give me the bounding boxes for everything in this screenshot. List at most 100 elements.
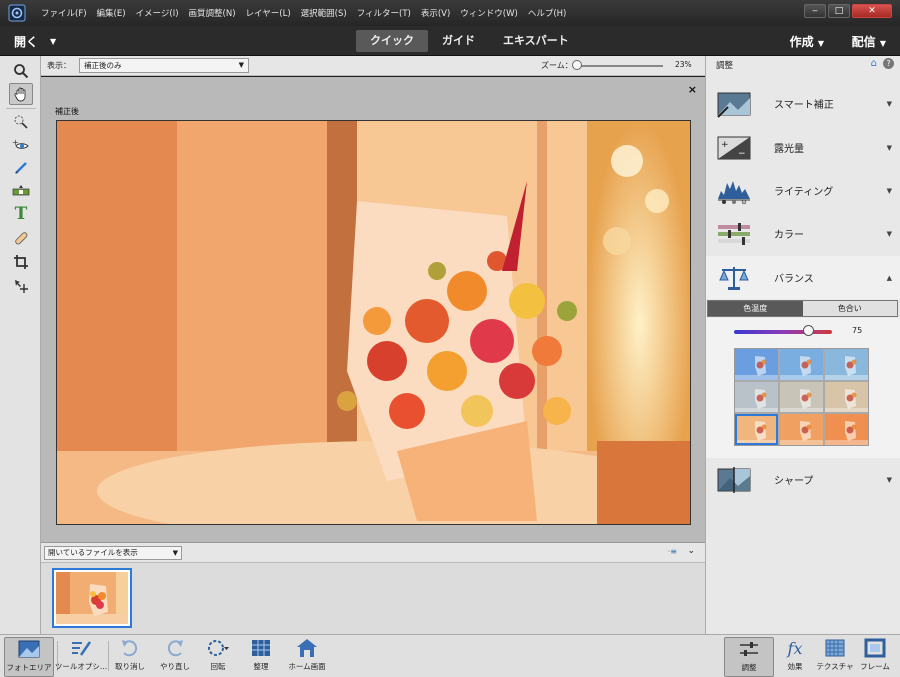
open-button[interactable]: 開く ▼ — [14, 33, 56, 50]
adjust-panel-button[interactable]: 調整 — [724, 637, 774, 677]
adjustment-smart-fix[interactable]: スマート補正 ▼ — [706, 82, 900, 125]
menu-help[interactable]: ヘルプ(H) — [523, 7, 572, 19]
quick-selection-tool[interactable] — [9, 111, 33, 133]
tab-guided[interactable]: ガイド — [428, 30, 489, 52]
thumbnail-image — [56, 572, 128, 624]
tool-options-icon — [68, 637, 94, 659]
tab-quick[interactable]: クイック — [356, 30, 428, 52]
toolbox-divider — [6, 108, 36, 109]
bottom-label: やり直し — [160, 662, 190, 671]
organize-button[interactable]: 整理 — [236, 637, 286, 677]
undo-button[interactable]: 取り消し — [105, 637, 155, 677]
zoom-tool[interactable] — [9, 60, 33, 82]
reset-icon[interactable]: ⌂ — [871, 58, 877, 69]
adjustment-balance[interactable]: バランス ▲ — [706, 256, 900, 299]
photo-bin-bar: 開いているファイルを表示 ▼ ·≡ ⌄ — [41, 542, 705, 562]
bin-options-icon[interactable]: ·≡ — [668, 547, 677, 556]
minimize-button[interactable]: ‒ — [804, 4, 826, 18]
create-button[interactable]: 作成 ▼ — [790, 33, 824, 50]
menu-filter[interactable]: フィルター(T) — [352, 7, 416, 19]
photo-thumbnail[interactable] — [52, 568, 132, 628]
view-select[interactable]: 補正後のみ ▼ — [79, 58, 249, 73]
balance-preset-thumbnail[interactable] — [735, 414, 778, 445]
menu-select[interactable]: 選択範囲(S) — [296, 7, 352, 19]
adjustment-color[interactable]: カラー ▼ — [706, 212, 900, 255]
lighting-icon — [716, 176, 752, 206]
bandage-icon — [15, 232, 28, 245]
adjustment-label: スマート補正 — [774, 100, 834, 111]
balance-preset-thumbnail[interactable] — [780, 414, 823, 445]
menu-layer[interactable]: レイヤー(L) — [241, 7, 296, 19]
tool-options-button[interactable]: ツールオプシ... — [55, 637, 107, 677]
share-button[interactable]: 配信 ▼ — [852, 33, 886, 50]
adjustment-exposure[interactable]: + − 露光量 ▼ — [706, 126, 900, 169]
photo-bin-button[interactable]: フォトエリア — [4, 637, 54, 677]
redo-icon — [162, 637, 188, 659]
menu-file[interactable]: ファイル(F) — [36, 7, 92, 19]
options-bar: 表示： 補正後のみ ▼ ズーム： 23% — [41, 56, 705, 76]
tab-temperature[interactable]: 色温度 — [708, 301, 803, 316]
spot-healing-tool[interactable] — [9, 227, 33, 249]
home-icon — [294, 637, 320, 659]
balance-tabs: 色温度 色合い — [707, 300, 898, 317]
type-icon: T — [14, 204, 28, 224]
adjustment-sharpen[interactable]: シャープ ▼ — [706, 458, 900, 501]
chevron-down-icon: ▼ — [886, 229, 892, 238]
svg-text:+: + — [721, 140, 729, 150]
open-label: 開く — [14, 35, 39, 49]
tab-tint[interactable]: 色合い — [802, 301, 897, 316]
mode-bar: 開く ▼ クイック ガイド エキスパート 作成 ▼ 配信 ▼ — [0, 26, 900, 56]
photo-canvas[interactable] — [56, 120, 691, 525]
balance-preset-thumbnail[interactable] — [825, 381, 868, 413]
frames-button[interactable]: フレーム — [850, 637, 900, 677]
type-tool[interactable]: T — [9, 203, 33, 225]
color-icon — [716, 219, 752, 249]
balance-preset-thumbnail[interactable] — [780, 381, 823, 413]
tab-expert[interactable]: エキスパート — [489, 30, 583, 52]
balance-icon — [716, 263, 752, 293]
balance-preset-thumbnail[interactable] — [735, 381, 778, 413]
zoom-slider-handle[interactable] — [571, 60, 582, 70]
crop-tool[interactable] — [9, 251, 33, 273]
bottom-label: 調整 — [741, 663, 757, 672]
home-screen-button[interactable]: ホーム画面 — [282, 637, 332, 677]
move-tool[interactable] — [9, 275, 33, 297]
photo-bin-select[interactable]: 開いているファイルを表示 ▼ — [44, 546, 182, 560]
balance-preset-thumbnail[interactable] — [825, 349, 868, 380]
balance-preset-thumbnail[interactable] — [780, 349, 823, 380]
adjustment-lighting[interactable]: ライティング ▼ — [706, 169, 900, 212]
move-icon — [15, 280, 28, 293]
sliders-icon — [736, 638, 762, 660]
adjustments-panel: 調整 ⌂ ? スマート補正 ▼ + − 露光量 ▼ ライティング ▼ カラー ▼ … — [705, 56, 900, 634]
help-icon[interactable]: ? — [883, 58, 894, 69]
close-window-button[interactable]: ✕ — [852, 4, 892, 18]
toolbox: + T — [0, 56, 41, 634]
balance-controls: 75 — [706, 318, 900, 458]
menu-edit[interactable]: 編集(E) — [92, 7, 131, 19]
menu-window[interactable]: ウィンドウ(W) — [455, 7, 523, 19]
bottom-label: 取り消し — [115, 662, 145, 671]
adjustment-label: シャープ — [774, 476, 814, 487]
balance-preset-thumbnail[interactable] — [825, 414, 868, 445]
collapse-bin-icon[interactable]: ⌄ — [687, 546, 695, 556]
bottom-label: フォトエリア — [6, 663, 52, 672]
hand-tool[interactable] — [9, 83, 33, 105]
menu-enhance[interactable]: 画質調整(N) — [184, 7, 241, 19]
zoom-slider-track[interactable] — [573, 65, 663, 67]
whiten-teeth-tool[interactable] — [9, 157, 33, 179]
temperature-slider-track[interactable] — [734, 330, 832, 334]
maximize-button[interactable]: □ — [828, 4, 850, 18]
app-window: ファイル(F) 編集(E) イメージ(I) 画質調整(N) レイヤー(L) 選択… — [0, 0, 900, 677]
menu-image[interactable]: イメージ(I) — [131, 7, 184, 19]
close-document-icon[interactable]: × — [688, 83, 697, 96]
quick-selection-icon — [14, 115, 28, 129]
red-eye-tool[interactable]: + — [9, 134, 33, 156]
bottom-bar: フォトエリア ツールオプシ... 取り消し やり直し 回転 整理 ホーム画面 調… — [0, 634, 900, 677]
chevron-down-icon: ▼ — [172, 549, 178, 557]
menu-view[interactable]: 表示(V) — [416, 7, 455, 19]
temperature-slider-handle[interactable] — [802, 325, 814, 336]
window-controls: ‒ □ ✕ — [804, 4, 892, 18]
balance-preset-thumbnail[interactable] — [735, 349, 778, 380]
photo-bin — [41, 562, 705, 634]
straighten-tool[interactable] — [9, 180, 33, 202]
